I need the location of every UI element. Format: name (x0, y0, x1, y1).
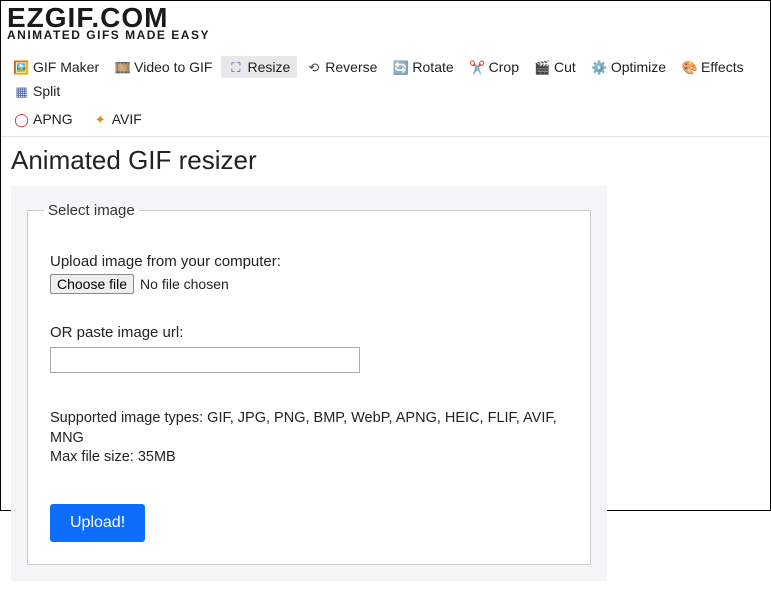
optimize-icon: ⚙️ (592, 60, 607, 75)
nav-item-apng[interactable]: ◯ APNG (7, 108, 80, 130)
nav-item-label: AVIF (112, 111, 142, 127)
nav-item-rotate[interactable]: 🔄 Rotate (386, 56, 460, 78)
image-url-input[interactable] (50, 347, 360, 373)
apng-icon: ◯ (14, 112, 29, 127)
nav-item-label: Reverse (325, 59, 377, 75)
choose-file-button[interactable]: Choose file (50, 274, 134, 294)
nav-item-resize[interactable]: ⛶ Resize (221, 56, 297, 78)
paste-url-label: OR paste image url: (50, 324, 568, 341)
nav-item-label: Split (33, 83, 60, 99)
resize-icon: ⛶ (228, 60, 243, 75)
upload-button[interactable]: Upload! (50, 504, 145, 542)
nav-item-gif-maker[interactable]: 🖼️ GIF Maker (7, 56, 106, 78)
upload-from-computer-label: Upload image from your computer: (50, 253, 568, 270)
logo-subtitle: ANIMATED GIFS MADE EASY (7, 28, 764, 42)
file-chosen-status: No file chosen (140, 276, 229, 292)
support-info: Supported image types: GIF, JPG, PNG, BM… (50, 409, 568, 468)
nav-item-label: GIF Maker (33, 59, 99, 75)
nav-item-crop[interactable]: ✂️ Crop (463, 56, 526, 78)
crop-icon: ✂️ (470, 60, 485, 75)
main-nav-row-2: ◯ APNG ✦ AVIF (1, 108, 770, 137)
max-file-size-text: Max file size: 35MB (50, 448, 568, 468)
nav-item-avif[interactable]: ✦ AVIF (86, 108, 149, 130)
rotate-icon: 🔄 (393, 60, 408, 75)
nav-item-label: Effects (701, 59, 744, 75)
nav-item-split[interactable]: ▦ Split (7, 80, 67, 102)
nav-item-label: Rotate (412, 59, 453, 75)
nav-item-label: Video to GIF (134, 59, 212, 75)
nav-item-label: APNG (33, 111, 73, 127)
site-logo[interactable]: EZGIF.COM ANIMATED GIFS MADE EASY (1, 1, 770, 42)
avif-icon: ✦ (93, 112, 108, 127)
nav-item-effects[interactable]: 🎨 Effects (675, 56, 751, 78)
nav-item-label: Crop (489, 59, 519, 75)
nav-item-cut[interactable]: 🎬 Cut (528, 56, 583, 78)
supported-types-text: Supported image types: GIF, JPG, PNG, BM… (50, 409, 568, 448)
nav-item-label: Optimize (611, 59, 666, 75)
nav-item-reverse[interactable]: ⟲ Reverse (299, 56, 384, 78)
effects-icon: 🎨 (682, 60, 697, 75)
nav-item-optimize[interactable]: ⚙️ Optimize (585, 56, 673, 78)
nav-item-label: Resize (247, 59, 290, 75)
video-to-gif-icon: 🎞️ (115, 60, 130, 75)
main-content: Animated GIF resizer Select image Upload… (1, 137, 770, 589)
logo-main-text: EZGIF.COM (7, 5, 764, 30)
fieldset-legend: Select image (44, 202, 139, 219)
main-nav-row-1: 🖼️ GIF Maker 🎞️ Video to GIF ⛶ Resize ⟲ Reverse… (1, 56, 770, 102)
nav-item-video-to-gif[interactable]: 🎞️ Video to GIF (108, 56, 219, 78)
upload-panel: Select image Upload image from your comp… (11, 186, 607, 581)
split-icon: ▦ (14, 84, 29, 99)
reverse-icon: ⟲ (306, 60, 321, 75)
nav-item-label: Cut (554, 59, 576, 75)
page-title: Animated GIF resizer (11, 145, 760, 176)
select-image-fieldset: Select image Upload image from your comp… (27, 202, 591, 565)
gif-maker-icon: 🖼️ (14, 60, 29, 75)
cut-icon: 🎬 (535, 60, 550, 75)
